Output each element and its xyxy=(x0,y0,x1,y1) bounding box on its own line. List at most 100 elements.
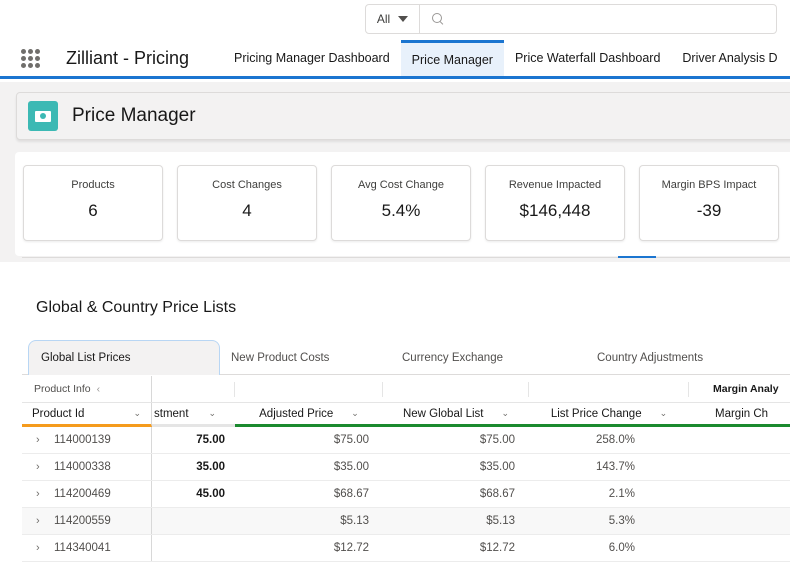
product-id-value: 114340041 xyxy=(54,542,111,554)
expand-row-chevron-icon[interactable]: › xyxy=(22,488,48,500)
cell-list-price-change: 258.0% xyxy=(595,434,635,446)
column-header-label: New Global List xyxy=(402,407,484,420)
kpi-card-cost-changes: Cost Changes 4 xyxy=(177,165,317,241)
kpi-value: $146,448 xyxy=(519,201,591,220)
cell-product-id: › 114200469 xyxy=(22,481,152,507)
grid-body: › 114000139 75.00 $75.00 $75.00 258.0% › 114000… xyxy=(22,427,790,562)
product-id-value: 114200469 xyxy=(54,488,111,500)
column-header-adjustment[interactable]: stment ⌄ xyxy=(152,403,235,427)
table-row[interactable]: › 114000139 75.00 $75.00 $75.00 258.0% xyxy=(22,427,790,454)
cell-new-global-list: $12.72 xyxy=(479,542,515,554)
column-header-new-global-list[interactable]: New Global List ⌄ xyxy=(383,403,529,427)
column-header-list-price-change[interactable]: List Price Change ⌄ xyxy=(529,403,689,427)
table-row[interactable]: › 114200559 $5.13 $5.13 5.3% xyxy=(22,508,790,535)
column-group-empty xyxy=(152,376,235,402)
kpi-label: Products xyxy=(71,179,115,191)
page-title: Price Manager xyxy=(72,105,196,126)
search-input[interactable] xyxy=(452,5,776,33)
expand-row-chevron-icon[interactable]: › xyxy=(22,515,48,527)
cell-margin-change xyxy=(689,535,790,561)
price-grid: Product Info ‹ Margin Analy Product Id ⌄… xyxy=(22,376,790,562)
cell-adjustment[interactable]: 75.00 xyxy=(152,427,235,453)
cell-adjustment[interactable]: 45.00 xyxy=(152,481,235,507)
expand-row-chevron-icon[interactable]: › xyxy=(22,542,48,554)
kpi-label: Cost Changes xyxy=(212,179,282,191)
column-header-margin-change[interactable]: Margin Ch xyxy=(689,403,790,427)
nav-tab-price-manager[interactable]: Price Manager xyxy=(400,40,504,76)
column-header-product-id[interactable]: Product Id ⌄ xyxy=(22,403,152,427)
cell-new-global-list: $35.00 xyxy=(479,461,515,473)
kpi-value: 5.4% xyxy=(381,201,421,220)
column-group-label: Product Info xyxy=(34,383,91,395)
tab-global-list-prices[interactable]: Global List Prices xyxy=(28,340,220,375)
column-group-empty xyxy=(529,376,689,402)
tab-country-adjustments[interactable]: Country Adjustments xyxy=(597,340,703,375)
kpi-card-margin-bps-impact: Margin BPS Impact -39 xyxy=(639,165,779,241)
column-header-label: Product Id xyxy=(32,407,85,420)
expand-row-chevron-icon[interactable]: › xyxy=(22,461,48,473)
product-id-value: 114200559 xyxy=(54,515,111,527)
product-id-value: 114000139 xyxy=(54,434,111,446)
column-header-label: Margin Ch xyxy=(715,407,769,420)
money-icon xyxy=(35,110,51,122)
nav-tab-driver-analysis[interactable]: Driver Analysis D xyxy=(671,40,788,76)
kpi-scroll-indicator[interactable] xyxy=(618,256,656,258)
column-group-margin-analysis: Margin Analy xyxy=(713,383,779,395)
nav-tab-price-waterfall-dashboard[interactable]: Price Waterfall Dashboard xyxy=(504,40,671,76)
column-header-label: List Price Change xyxy=(550,407,642,420)
column-group-empty xyxy=(235,376,383,402)
cell-list-price-change: 143.7% xyxy=(595,461,635,473)
kpi-value: 4 xyxy=(242,201,252,220)
section-title: Global & Country Price Lists xyxy=(36,299,237,316)
chevron-down-icon[interactable]: ⌄ xyxy=(502,408,510,419)
chevron-down-icon[interactable]: ⌄ xyxy=(209,408,217,419)
table-row[interactable]: › 114340041 $12.72 $12.72 6.0% xyxy=(22,535,790,562)
collapse-chevron-icon[interactable]: ‹ xyxy=(97,383,101,395)
chevron-down-icon[interactable]: ⌄ xyxy=(133,408,141,419)
product-id-value: 114000338 xyxy=(54,461,111,473)
column-group-product-info[interactable]: Product Info ‹ xyxy=(22,376,152,402)
cell-adjusted-price: $35.00 xyxy=(333,461,369,473)
column-header-adjusted-price[interactable]: Adjusted Price ⌄ xyxy=(235,403,383,427)
page-header-icon xyxy=(28,101,58,131)
cell-margin-change xyxy=(689,481,790,507)
kpi-card-revenue-impacted: Revenue Impacted $146,448 xyxy=(485,165,625,241)
cell-adjusted-price: $75.00 xyxy=(333,434,369,446)
chevron-down-icon[interactable]: ⌄ xyxy=(660,408,668,419)
app-launcher-icon xyxy=(20,48,40,68)
caret-down-icon xyxy=(398,16,409,22)
global-header: All xyxy=(0,0,790,40)
page-header: Price Manager xyxy=(16,92,790,140)
cell-adjustment[interactable] xyxy=(152,508,235,534)
kpi-card-avg-cost-change: Avg Cost Change 5.4% xyxy=(331,165,471,241)
cell-margin-change xyxy=(689,454,790,480)
tab-currency-exchange[interactable]: Currency Exchange xyxy=(402,340,503,375)
app-navigation: Zilliant - Pricing Pricing Manager Dashb… xyxy=(0,40,790,79)
cell-product-id: › 114340041 xyxy=(22,535,152,561)
cell-adjustment[interactable] xyxy=(152,535,235,561)
column-group-empty xyxy=(383,376,529,402)
cell-margin-change xyxy=(689,427,790,453)
column-header-row: Product Id ⌄ stment ⌄ Adjusted Price ⌄ N… xyxy=(22,403,790,427)
expand-row-chevron-icon[interactable]: › xyxy=(22,434,48,446)
search-scope-dropdown[interactable]: All xyxy=(366,5,420,33)
kpi-label: Avg Cost Change xyxy=(357,179,445,191)
cell-product-id: › 114000338 xyxy=(22,454,152,480)
cell-list-price-change: 5.3% xyxy=(608,515,635,527)
table-row[interactable]: › 114200469 45.00 $68.67 $68.67 2.1% xyxy=(22,481,790,508)
kpi-label: Margin BPS Impact xyxy=(661,179,757,191)
kpi-card-products: Products 6 xyxy=(23,165,163,241)
kpi-value: 6 xyxy=(88,201,98,220)
cell-adjusted-price: $12.72 xyxy=(333,542,369,554)
table-row[interactable]: › 114000338 35.00 $35.00 $35.00 143.7% xyxy=(22,454,790,481)
app-launcher-button[interactable] xyxy=(0,40,60,76)
column-group-row: Product Info ‹ Margin Analy xyxy=(22,376,790,403)
tab-new-product-costs[interactable]: New Product Costs xyxy=(231,340,329,375)
chevron-down-icon[interactable]: ⌄ xyxy=(351,408,359,419)
page: All Zilliant - Pricing Pricing Manager D… xyxy=(0,0,790,572)
cell-list-price-change: 6.0% xyxy=(608,542,635,554)
nav-tab-pricing-manager-dashboard[interactable]: Pricing Manager Dashboard xyxy=(223,40,401,76)
price-list-tabs: Global List Prices New Product Costs Cur… xyxy=(22,340,790,375)
cell-adjustment[interactable]: 35.00 xyxy=(152,454,235,480)
cell-product-id: › 114000139 xyxy=(22,427,152,453)
